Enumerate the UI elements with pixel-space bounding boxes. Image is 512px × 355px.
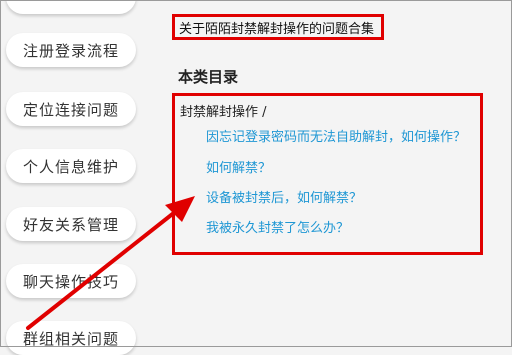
image-border: [0, 0, 512, 347]
